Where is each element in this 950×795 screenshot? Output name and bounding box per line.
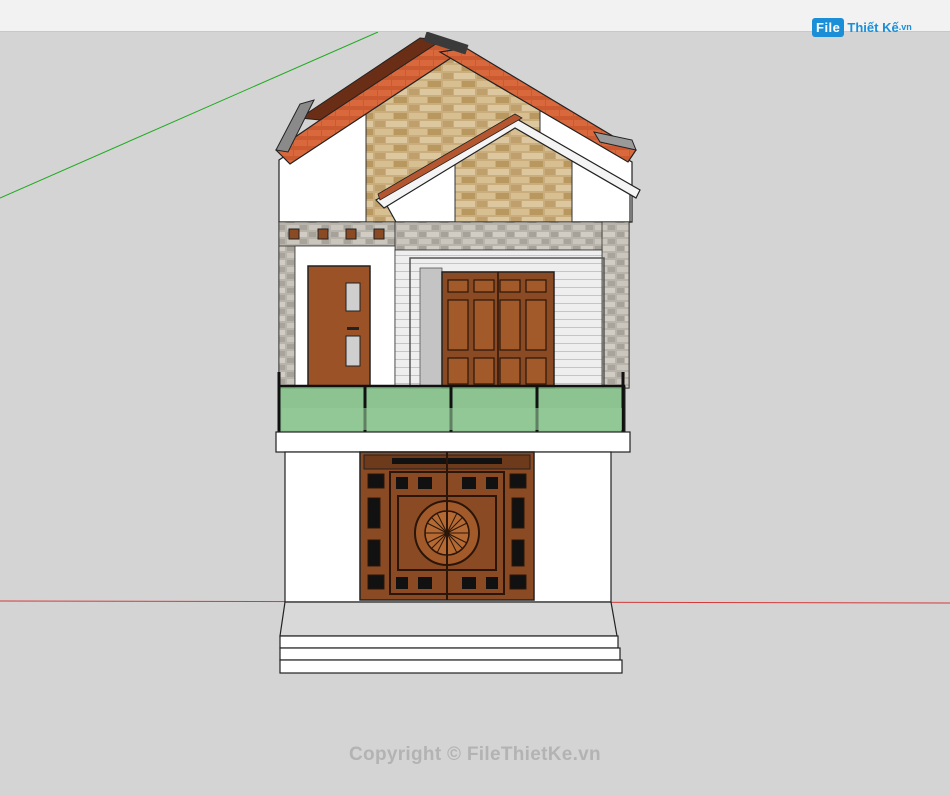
vent-1 bbox=[288, 228, 300, 240]
top-toolbar bbox=[0, 0, 950, 32]
balcony-slab bbox=[275, 431, 631, 453]
upper-single-door[interactable] bbox=[307, 265, 371, 387]
logo: File Thiết Kế .vn bbox=[812, 12, 922, 42]
house-model-scene[interactable] bbox=[0, 32, 950, 795]
door-frame-grey bbox=[419, 267, 443, 389]
copyright-watermark: Copyright © FileThietKe.vn bbox=[349, 744, 601, 765]
upper-right-stone-band bbox=[394, 221, 630, 251]
upper-door-handle bbox=[347, 327, 359, 330]
step-1 bbox=[279, 635, 619, 649]
logo-domain: .vn bbox=[898, 22, 912, 32]
step-2 bbox=[279, 647, 621, 661]
upper-left-stone-column bbox=[278, 221, 296, 389]
upper-right-stone-column bbox=[601, 221, 630, 389]
3d-viewport[interactable] bbox=[0, 32, 950, 795]
logo-icon: File bbox=[812, 17, 845, 37]
vent-4 bbox=[373, 228, 385, 240]
vent-3 bbox=[345, 228, 357, 240]
upper-door-window-bottom bbox=[345, 335, 361, 367]
entry-platform bbox=[279, 601, 618, 637]
upper-door-window-top bbox=[345, 282, 361, 312]
logo-text: Thiết Kế bbox=[847, 19, 899, 35]
vent-2 bbox=[317, 228, 329, 240]
balcony-glass-highlight bbox=[282, 408, 622, 430]
step-3 bbox=[279, 659, 623, 674]
